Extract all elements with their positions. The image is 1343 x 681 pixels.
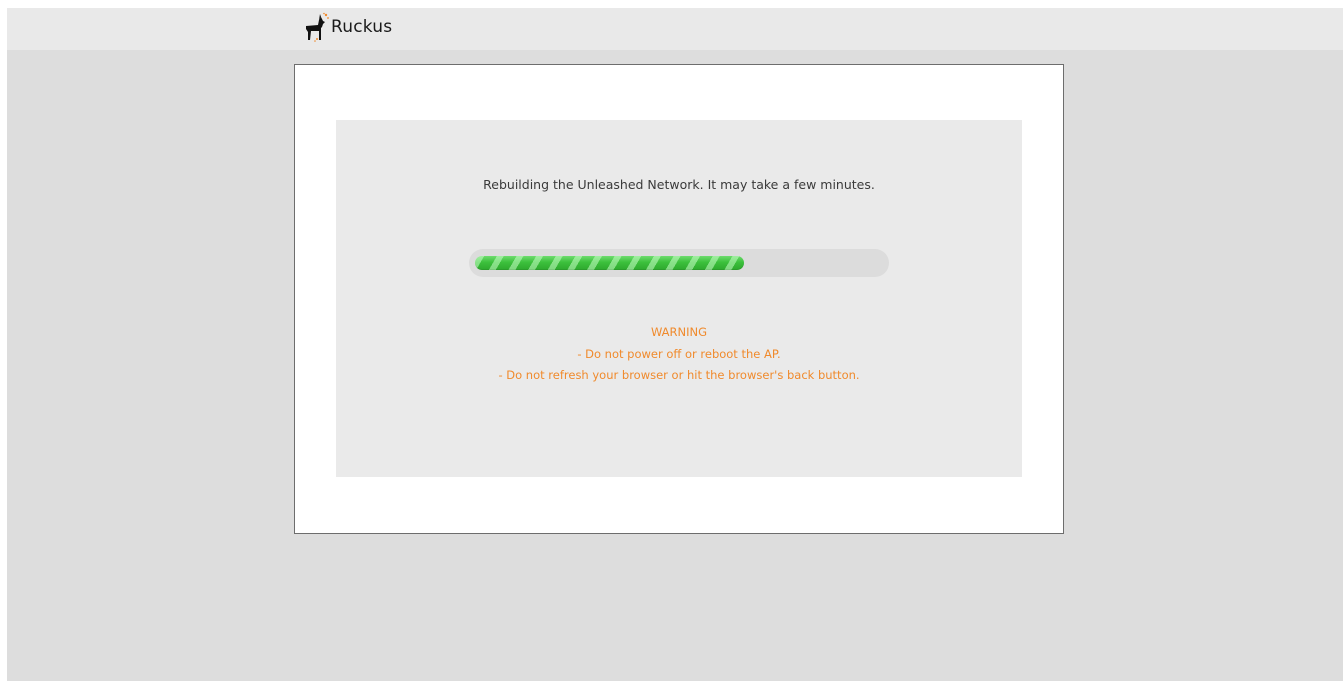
ruckus-logo: Ruckus	[304, 11, 392, 43]
warning-line-refresh: - Do not refresh your browser or hit the…	[498, 368, 860, 382]
page-background: Ruckus Rebuilding the Unleashed Network.…	[7, 8, 1343, 681]
warning-block: WARNING - Do not power off or reboot the…	[336, 322, 1022, 387]
warning-line-power: - Do not power off or reboot the AP.	[577, 346, 781, 361]
progress-bar-fill	[475, 256, 744, 270]
status-panel: Rebuilding the Unleashed Network. It may…	[336, 120, 1022, 477]
status-message: Rebuilding the Unleashed Network. It may…	[483, 177, 875, 192]
status-card: Rebuilding the Unleashed Network. It may…	[294, 64, 1064, 534]
brand-name: Ruckus	[331, 17, 393, 37]
progress-bar	[469, 249, 889, 277]
top-header-bar: Ruckus	[7, 8, 1343, 50]
ruckus-dog-logo-icon	[306, 12, 329, 42]
warning-title: WARNING	[650, 325, 708, 339]
